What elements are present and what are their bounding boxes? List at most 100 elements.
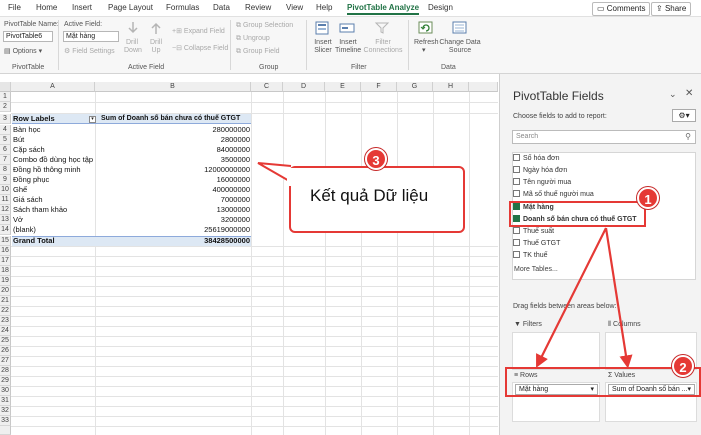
menu-home[interactable]: Home — [36, 3, 57, 12]
row-header[interactable]: 19 — [0, 276, 11, 286]
menu-help[interactable]: Help — [316, 3, 332, 12]
row-header[interactable]: 15 — [0, 236, 11, 246]
pivot-row-label[interactable]: Ghế — [13, 185, 27, 195]
row-header[interactable]: 9 — [0, 175, 11, 185]
field-item[interactable]: Thuế suất — [513, 226, 554, 237]
field-settings-button[interactable]: ⚙ Field Settings — [64, 47, 115, 55]
menu-pivottable-analyze[interactable]: PivotTable Analyze — [347, 3, 420, 15]
pivot-row-value[interactable]: 3500000 — [95, 155, 250, 165]
field-item[interactable]: Ngày hóa đơn — [513, 165, 567, 176]
comments-button[interactable]: ▭ Comments — [592, 2, 651, 16]
search-input[interactable]: Search — [516, 133, 538, 140]
pivot-row-value[interactable]: 280000000 — [95, 125, 250, 135]
row-header[interactable]: 10 — [0, 185, 11, 195]
row-header[interactable]: 16 — [0, 246, 11, 256]
more-tables-link[interactable]: More Tables... — [514, 266, 558, 273]
row-header[interactable]: 1 — [0, 92, 11, 102]
pivot-row-label[interactable]: Bàn học — [13, 125, 41, 135]
pivot-row-value[interactable]: 25619000000 — [95, 225, 250, 235]
field-item[interactable]: Mã số thuế người mua — [513, 189, 594, 200]
active-field-input[interactable]: Mặt hàng — [63, 31, 119, 42]
collapse-field-button[interactable]: −⊟ Collapse Field — [172, 44, 228, 52]
expand-field-button[interactable]: +⊞ Expand Field — [172, 27, 225, 35]
checkbox[interactable] — [513, 250, 520, 258]
pivot-row-value[interactable]: 2800000 — [95, 135, 250, 145]
pivot-row-value[interactable]: 400000000 — [95, 185, 250, 195]
row-header[interactable]: 23 — [0, 316, 11, 326]
filter-connections-button[interactable]: Filter Connections — [363, 39, 403, 55]
column-header-d[interactable]: D — [283, 82, 325, 92]
pivot-row-value[interactable]: 84000000 — [95, 145, 250, 155]
field-item[interactable]: Số hóa đơn — [513, 153, 560, 164]
insert-slicer-button[interactable]: Insert Slicer — [313, 39, 333, 55]
checkbox[interactable] — [513, 153, 520, 161]
refresh-button[interactable]: Refresh ▾ — [414, 39, 439, 54]
field-item[interactable]: Tên người mua — [513, 177, 571, 188]
row-header[interactable]: 2 — [0, 102, 11, 112]
pivot-row-label[interactable]: Bút — [13, 135, 24, 145]
menu-insert[interactable]: Insert — [72, 3, 92, 12]
column-header-a[interactable]: A — [11, 82, 95, 92]
row-header[interactable]: 3 — [0, 114, 11, 124]
checkbox[interactable] — [513, 226, 520, 234]
row-header[interactable]: 13 — [0, 215, 11, 225]
values-header[interactable]: Sum of Doanh số bán chưa có thuế GTGT — [101, 114, 240, 124]
chevron-down-icon[interactable]: ⌄ — [669, 89, 677, 100]
pivot-row-value[interactable]: 13000000 — [95, 205, 250, 215]
column-header-c[interactable]: C — [251, 82, 283, 92]
row-header[interactable]: 25 — [0, 336, 11, 346]
row-header[interactable]: 33 — [0, 416, 11, 426]
group-selection-button[interactable]: ⧉ Group Selection — [236, 22, 293, 30]
filters-area[interactable] — [512, 332, 600, 370]
row-header[interactable]: 6 — [0, 145, 11, 155]
row-header[interactable]: 28 — [0, 366, 11, 376]
field-item[interactable]: TK thuế — [513, 250, 548, 261]
pivottable-name-input[interactable]: PivotTable6 — [3, 31, 53, 42]
drill-down-button[interactable]: Drill Down — [124, 39, 142, 55]
grand-total-value[interactable]: 38428500000 — [95, 236, 250, 246]
column-header-g[interactable]: G — [397, 82, 433, 92]
pivot-row-value[interactable]: 7000000 — [95, 195, 250, 205]
menu-view[interactable]: View — [286, 3, 303, 12]
row-header[interactable]: 18 — [0, 266, 11, 276]
row-header[interactable]: 29 — [0, 376, 11, 386]
row-header[interactable]: 30 — [0, 386, 11, 396]
pivot-row-label[interactable]: Cặp sách — [13, 145, 45, 155]
pivot-row-value[interactable]: 12000000000 — [95, 165, 250, 175]
row-header[interactable]: 31 — [0, 396, 11, 406]
pivot-row-label[interactable]: Đồng phục — [13, 175, 49, 185]
select-all-corner[interactable] — [0, 82, 11, 92]
pivot-row-label[interactable]: Đồng hồ thông minh — [13, 165, 81, 175]
row-header[interactable]: 8 — [0, 165, 11, 175]
row-header[interactable]: 11 — [0, 195, 11, 205]
pivot-row-label[interactable]: Sách tham khảo — [13, 205, 67, 215]
drill-up-button[interactable]: Drill Up — [148, 39, 164, 55]
column-header-f[interactable]: F — [361, 82, 397, 92]
search-box[interactable]: Search ⚲ — [512, 130, 696, 144]
row-header[interactable]: 4 — [0, 125, 11, 135]
row-header[interactable]: 5 — [0, 135, 11, 145]
row-header[interactable]: 12 — [0, 205, 11, 215]
row-header[interactable]: 22 — [0, 306, 11, 316]
column-header-e[interactable]: E — [325, 82, 361, 92]
menu-data[interactable]: Data — [213, 3, 230, 12]
menu-review[interactable]: Review — [245, 3, 271, 12]
gear-icon[interactable]: ⚙▾ — [672, 109, 696, 122]
menu-formulas[interactable]: Formulas — [166, 3, 199, 12]
row-header[interactable]: 32 — [0, 406, 11, 416]
change-data-source-button[interactable]: Change Data Source — [438, 39, 482, 55]
menu-design[interactable]: Design — [428, 3, 453, 12]
filter-dropdown-icon[interactable]: ▾ — [89, 116, 96, 123]
insert-timeline-button[interactable]: Insert Timeline — [335, 39, 361, 55]
pivot-row-value[interactable]: 3200000 — [95, 215, 250, 225]
row-header[interactable]: 7 — [0, 155, 11, 165]
group-field-button[interactable]: ⧉ Group Field — [236, 48, 280, 56]
row-header[interactable]: 20 — [0, 286, 11, 296]
column-header-h[interactable]: H — [433, 82, 469, 92]
checkbox[interactable] — [513, 189, 520, 197]
spreadsheet-grid[interactable]: A B C D E F G H 1 2 3 4 5 6 7 8 9 10 11 … — [0, 82, 498, 435]
row-header[interactable]: 27 — [0, 356, 11, 366]
row-header[interactable]: 21 — [0, 296, 11, 306]
pivot-row-label[interactable]: Combo đồ dùng học tập — [13, 155, 93, 165]
menu-page-layout[interactable]: Page Layout — [108, 3, 153, 12]
